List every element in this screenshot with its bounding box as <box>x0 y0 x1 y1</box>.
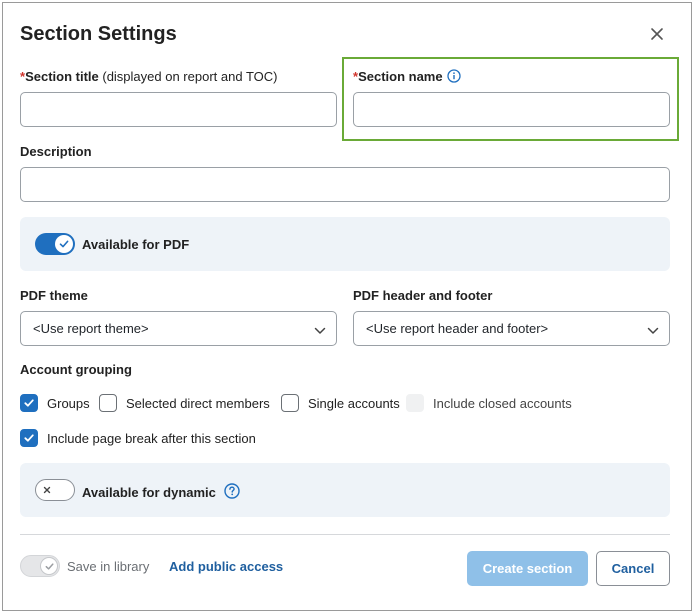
pdf-toggle[interactable] <box>35 233 75 255</box>
include-closed-accounts-checkbox[interactable] <box>406 394 424 412</box>
page-break-checkbox-row[interactable]: Include page break after this section <box>20 429 256 447</box>
dialog-title: Section Settings <box>20 23 177 45</box>
create-section-button[interactable]: Create section <box>467 551 588 586</box>
save-in-library-label: Save in library <box>67 559 150 574</box>
groups-checkbox-row[interactable]: Groups <box>20 394 90 412</box>
save-in-library-toggle[interactable] <box>20 555 60 577</box>
pdf-theme-value: <Use report theme> <box>33 321 149 336</box>
pdf-availability-panel: Available for PDF <box>20 217 670 271</box>
pdf-theme-label: PDF theme <box>20 288 88 303</box>
dynamic-toggle-label: Available for dynamic <box>82 485 216 500</box>
single-accounts-checkbox[interactable] <box>281 394 299 412</box>
cancel-button[interactable]: Cancel <box>596 551 670 586</box>
section-settings-dialog: Section Settings *Section title (display… <box>2 2 692 611</box>
close-icon[interactable] <box>648 25 666 43</box>
page-break-checkbox[interactable] <box>20 429 38 447</box>
chevron-down-icon <box>647 324 659 339</box>
selected-direct-members-checkbox-row[interactable]: Selected direct members <box>99 394 270 412</box>
check-icon <box>40 557 58 575</box>
selected-direct-members-label: Selected direct members <box>126 395 270 411</box>
chevron-down-icon <box>314 324 326 339</box>
dynamic-toggle[interactable] <box>35 479 75 501</box>
pdf-header-footer-select[interactable]: <Use report header and footer> <box>353 311 670 346</box>
footer-divider <box>20 534 670 535</box>
pdf-header-footer-label: PDF header and footer <box>353 288 493 303</box>
groups-label: Groups <box>47 395 90 411</box>
pdf-toggle-label: Available for PDF <box>82 237 190 252</box>
include-closed-accounts-label: Include closed accounts <box>433 395 572 411</box>
description-label: Description <box>20 144 92 159</box>
dynamic-toggle-label-row: Available for dynamic <box>82 483 240 502</box>
pdf-theme-select[interactable]: <Use report theme> <box>20 311 337 346</box>
section-title-label-text: Section title <box>25 69 99 84</box>
add-public-access-link[interactable]: Add public access <box>169 559 283 574</box>
account-grouping-label: Account grouping <box>20 362 132 377</box>
section-name-label-text: Section name <box>358 69 443 84</box>
description-input[interactable] <box>20 167 670 202</box>
x-icon <box>38 481 56 499</box>
dynamic-availability-panel: Available for dynamic <box>20 463 670 517</box>
include-closed-accounts-checkbox-row[interactable]: Include closed accounts <box>406 394 572 412</box>
selected-direct-members-checkbox[interactable] <box>99 394 117 412</box>
section-name-label: *Section name <box>353 69 461 86</box>
section-name-input[interactable] <box>353 92 670 127</box>
single-accounts-label: Single accounts <box>308 395 400 411</box>
check-icon <box>55 235 73 253</box>
pdf-header-footer-value: <Use report header and footer> <box>366 321 549 336</box>
help-icon[interactable] <box>223 483 240 502</box>
groups-checkbox[interactable] <box>20 394 38 412</box>
info-icon[interactable] <box>446 69 461 86</box>
section-title-input[interactable] <box>20 92 337 127</box>
page-break-label: Include page break after this section <box>47 430 256 446</box>
section-title-note: (displayed on report and TOC) <box>98 69 278 84</box>
section-title-label: *Section title (displayed on report and … <box>20 69 277 84</box>
single-accounts-checkbox-row[interactable]: Single accounts <box>281 394 400 412</box>
